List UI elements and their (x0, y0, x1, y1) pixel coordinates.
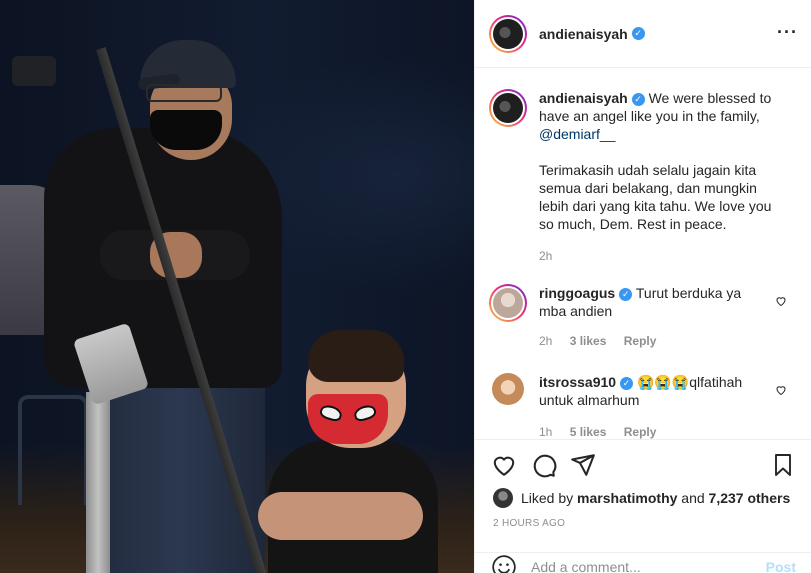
photo-kid-hair (308, 330, 404, 382)
likes-prefix: Liked by (521, 490, 574, 506)
verified-badge-icon: ✓ (619, 287, 633, 301)
comment-time[interactable]: 1h (539, 425, 552, 439)
comment-item: itsrossa910 ✓ 😭😭😭qlfatihah untuk almarhum… (489, 373, 807, 439)
comment-likes[interactable]: 3 likes (570, 334, 607, 348)
comments-section[interactable]: andienaisyah ✓ We were blessed to have an… (475, 69, 811, 439)
post-comment-button[interactable]: Post (766, 559, 796, 573)
comment-avatar[interactable] (489, 284, 527, 322)
comment-input[interactable] (531, 558, 741, 573)
comment-username[interactable]: ringgoagus (539, 285, 615, 301)
share-send-icon[interactable] (570, 452, 596, 478)
mask-eye-left (318, 402, 344, 424)
caption: andienaisyah ✓ We were blessed to have an… (489, 89, 807, 265)
author-avatar-image (493, 18, 523, 49)
photo-stand-leg (86, 392, 110, 573)
verified-badge-icon: ✓ (631, 92, 645, 106)
comment-like-heart-icon[interactable] (775, 295, 787, 307)
mask-eye-right (352, 402, 378, 424)
caption-username[interactable]: andienaisyah (539, 90, 628, 106)
photo-man-glasses (146, 84, 222, 102)
verified-badge-icon: ✓ (620, 376, 634, 390)
verified-badge-icon: ✓ (631, 27, 645, 40)
save-bookmark-icon[interactable] (771, 452, 795, 478)
author-username[interactable]: andienaisyah (539, 26, 628, 42)
post-timestamp[interactable]: 2 HOURS AGO (493, 518, 565, 529)
photo-kid-arms (258, 492, 423, 540)
like-heart-icon[interactable] (491, 452, 517, 478)
caption-avatar-image (493, 93, 523, 123)
comment-icon[interactable] (531, 452, 557, 478)
photo-kid-spiderman-mask (308, 394, 388, 444)
add-comment-bar: Post (475, 552, 811, 573)
comment-emoji: 😭😭😭 (636, 374, 690, 390)
comment-like-heart-icon[interactable] (775, 384, 787, 396)
comment-meta: 2h 3 likes Reply (539, 332, 767, 350)
post-actions: Liked by marshatimothy and 7,237 others … (475, 439, 811, 573)
emoji-icon[interactable] (491, 554, 517, 573)
post-photo[interactable] (0, 0, 474, 573)
photo-man-mask (150, 110, 222, 150)
comment-avatar[interactable] (492, 373, 524, 405)
liker-avatar[interactable] (493, 488, 513, 508)
comment-time[interactable]: 2h (539, 334, 552, 348)
post-header: andienaisyah ✓ ··· (475, 0, 811, 68)
post-panel: andienaisyah ✓ ··· andienaisyah ✓ We were… (474, 0, 811, 573)
likes-others-link[interactable]: 7,237 others (709, 490, 791, 506)
comment-avatar-image (493, 288, 523, 318)
reply-button[interactable]: Reply (624, 425, 657, 439)
caption-meta: 2h (539, 247, 779, 265)
author-avatar[interactable] (489, 14, 527, 53)
caption-time[interactable]: 2h (539, 249, 552, 263)
likes-joiner: and (681, 490, 705, 506)
photo-chair (18, 395, 88, 505)
photo-man-jeans (95, 370, 265, 573)
likes-summary: Liked by marshatimothy and 7,237 others (493, 488, 790, 508)
photo-stand-top (12, 56, 56, 86)
comment-username[interactable]: itsrossa910 (539, 374, 616, 390)
more-options-icon[interactable]: ··· (777, 22, 798, 43)
comment-item: ringgoagus ✓ Turut berduka ya mba andien … (489, 284, 807, 350)
caption-paragraph: Terimakasih udah selalu jagain kita semu… (539, 162, 772, 232)
caption-avatar[interactable] (489, 89, 527, 127)
caption-mention-link[interactable]: @demiarf__ (539, 126, 615, 142)
reply-button[interactable]: Reply (624, 334, 657, 348)
liker-username[interactable]: marshatimothy (577, 490, 677, 506)
comment-meta: 1h 5 likes Reply (539, 423, 767, 439)
comment-likes[interactable]: 5 likes (570, 425, 607, 439)
